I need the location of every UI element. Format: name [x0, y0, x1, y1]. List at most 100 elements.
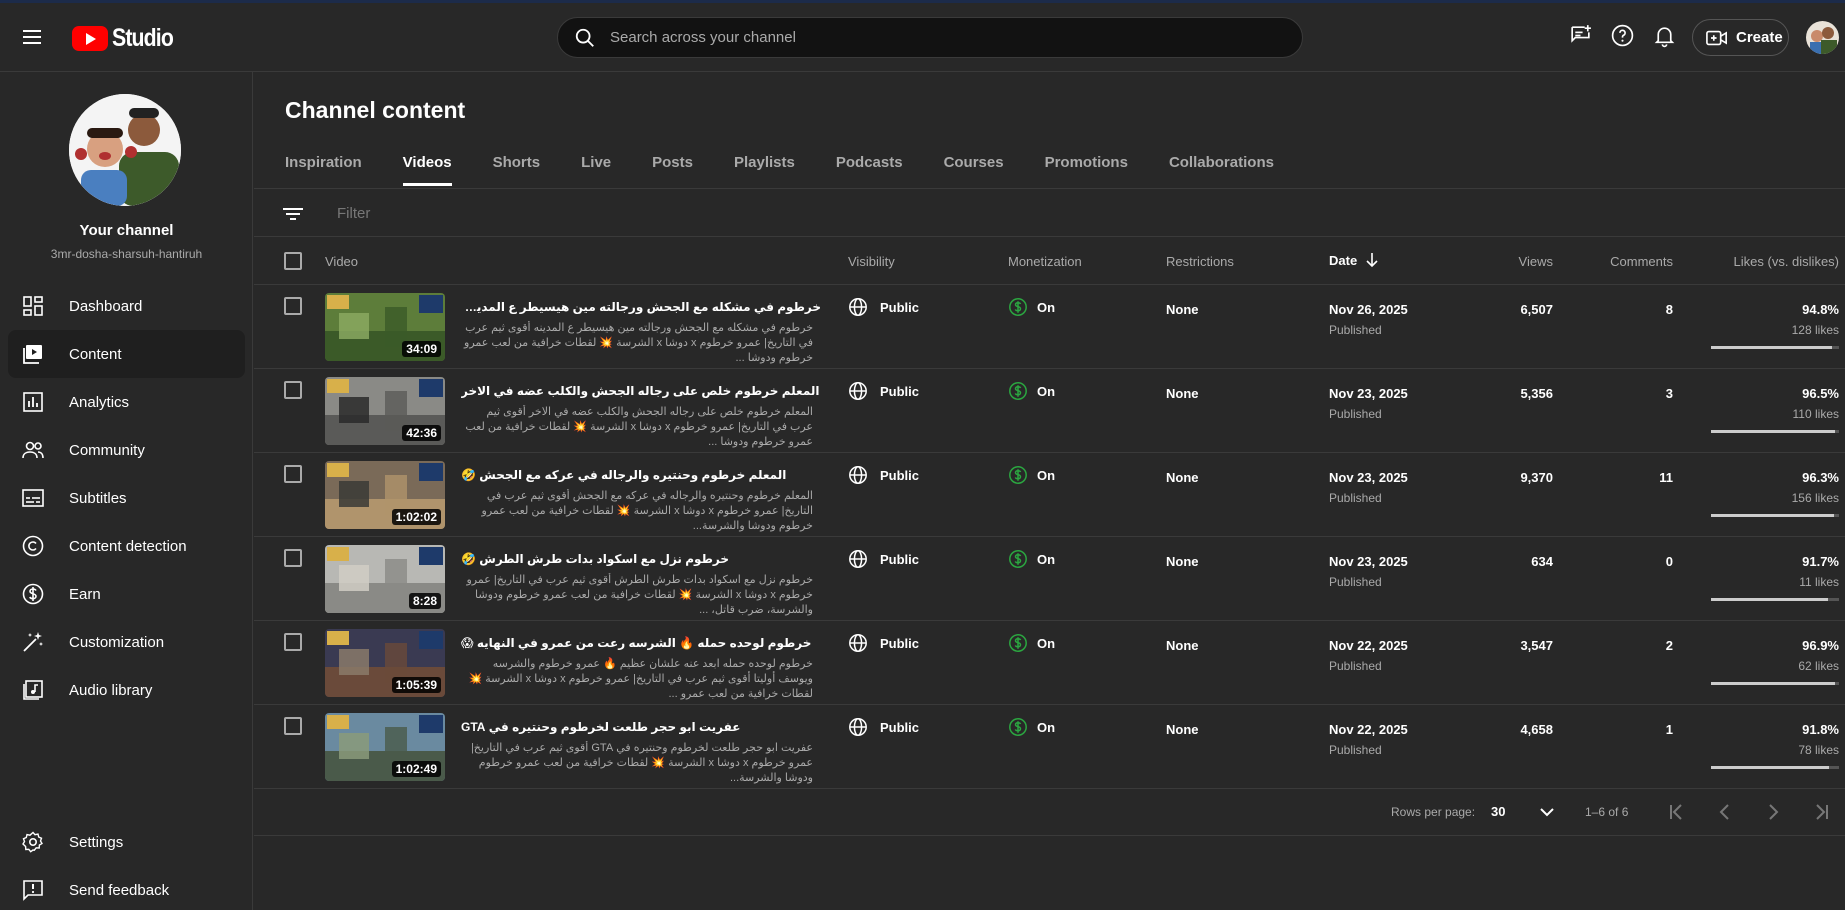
notifications-icon[interactable]: [1652, 23, 1677, 48]
monetization-dollar-icon: [1009, 466, 1027, 484]
row-checkbox[interactable]: [284, 465, 302, 483]
video-thumbnail[interactable]: 42:36: [325, 377, 445, 445]
sidebar-item-settings[interactable]: Settings: [0, 818, 253, 866]
video-title[interactable]: خرطوم لوحده حمله 🔥 الشرسه رعت من عمرو في…: [461, 636, 821, 650]
column-header-views[interactable]: Views: [1519, 254, 1553, 269]
tab-courses[interactable]: Courses: [944, 154, 1004, 186]
sidebar-item-subtitles[interactable]: Subtitles: [0, 474, 253, 522]
video-duration: 1:02:02: [391, 509, 441, 525]
search-icon[interactable]: [574, 27, 596, 49]
video-title[interactable]: خرطوم نزل مع اسكواد بدات طرش الطرش 🤣: [461, 552, 821, 566]
sidebar-item-label: Content: [69, 345, 122, 363]
column-header-monetization[interactable]: Monetization: [1008, 254, 1082, 269]
monetization-cell[interactable]: On: [1008, 633, 1055, 653]
rows-per-page-value[interactable]: 30: [1491, 804, 1505, 819]
table-row[interactable]: 1:05:39 خرطوم لوحده حمله 🔥 الشرسه رعت من…: [254, 621, 1845, 705]
video-thumbnail[interactable]: 1:05:39: [325, 629, 445, 697]
tab-shorts[interactable]: Shorts: [493, 154, 541, 186]
sidebar-item-analytics[interactable]: Analytics: [0, 378, 253, 426]
select-all-checkbox[interactable]: [284, 252, 302, 270]
sidebar-item-community[interactable]: Community: [0, 426, 253, 474]
globe-icon: [849, 634, 867, 652]
monetization-dollar-icon: [1009, 718, 1027, 736]
restrictions-value: None: [1166, 470, 1199, 485]
sidebar-item-audio-library[interactable]: Audio library: [0, 666, 253, 714]
row-checkbox[interactable]: [284, 549, 302, 567]
column-header-comments[interactable]: Comments: [1610, 254, 1673, 269]
sidebar-item-customization[interactable]: Customization: [0, 618, 253, 666]
visibility-cell[interactable]: Public: [848, 465, 919, 485]
video-title[interactable]: خرطوم في مشكله مع الجحش ورجالته مين هيسي…: [461, 300, 821, 314]
video-thumbnail[interactable]: 34:09: [325, 293, 445, 361]
video-title[interactable]: المعلم خرطوم خلص على رجاله الجحش والكلب …: [461, 384, 821, 398]
menu-icon[interactable]: [22, 26, 44, 48]
likes-ratio-fill: [1711, 430, 1835, 433]
monetization-cell[interactable]: On: [1008, 465, 1055, 485]
tab-videos[interactable]: Videos: [402, 154, 452, 186]
messages-icon[interactable]: [1568, 23, 1593, 48]
column-header-likes[interactable]: Likes (vs. dislikes): [1734, 254, 1839, 269]
visibility-cell[interactable]: Public: [848, 633, 919, 653]
sidebar-item-content-detection[interactable]: Content detection: [0, 522, 253, 570]
visibility-cell[interactable]: Public: [848, 549, 919, 569]
help-icon[interactable]: [1610, 23, 1635, 48]
table-row[interactable]: 34:09 خرطوم في مشكله مع الجحش ورجالته مي…: [254, 285, 1845, 369]
sidebar-item-dashboard[interactable]: Dashboard: [0, 282, 253, 330]
tab-inspiration[interactable]: Inspiration: [285, 154, 362, 186]
video-title[interactable]: المعلم خرطوم وحنتيره والرجاله في عركه مع…: [461, 468, 821, 482]
table-row[interactable]: 1:02:02 المعلم خرطوم وحنتيره والرجاله في…: [254, 453, 1845, 537]
likes-ratio-bar: [1711, 346, 1839, 349]
video-title[interactable]: عفريت ابو حجر طلعت لخرطوم وحنتيره في GTA: [461, 720, 821, 734]
youtube-studio-logo[interactable]: Studio: [72, 24, 184, 53]
likes-ratio-bar: [1711, 766, 1839, 769]
search-box[interactable]: Search across your channel: [557, 17, 1303, 58]
likes-ratio-fill: [1711, 346, 1833, 349]
community-icon: [21, 438, 45, 462]
visibility-value: Public: [880, 467, 920, 483]
tab-posts[interactable]: Posts: [652, 154, 693, 186]
column-header-visibility[interactable]: Visibility: [848, 254, 895, 269]
video-thumbnail[interactable]: 8:28: [325, 545, 445, 613]
filter-input[interactable]: Filter: [337, 205, 370, 222]
channel-avatar[interactable]: [69, 94, 181, 206]
last-page-icon[interactable]: [1810, 801, 1832, 823]
search-input[interactable]: Search across your channel: [610, 29, 796, 46]
chevron-down-icon[interactable]: [1537, 802, 1557, 822]
row-checkbox[interactable]: [284, 381, 302, 399]
tab-collaborations[interactable]: Collaborations: [1169, 154, 1274, 186]
row-checkbox[interactable]: [284, 633, 302, 651]
tab-promotions[interactable]: Promotions: [1045, 154, 1128, 186]
audio-library-icon: [21, 678, 45, 702]
create-button[interactable]: Create: [1692, 19, 1789, 56]
table-row[interactable]: 8:28 خرطوم نزل مع اسكواد بدات طرش الطرش …: [254, 537, 1845, 621]
first-page-icon[interactable]: [1666, 801, 1688, 823]
table-row[interactable]: 42:36 المعلم خرطوم خلص على رجاله الجحش و…: [254, 369, 1845, 453]
sidebar-item-earn[interactable]: Earn: [0, 570, 253, 618]
tab-podcasts[interactable]: Podcasts: [836, 154, 903, 186]
table-row[interactable]: 1:02:49 عفريت ابو حجر طلعت لخرطوم وحنتير…: [254, 705, 1845, 789]
monetization-cell[interactable]: On: [1008, 297, 1055, 317]
account-avatar[interactable]: [1806, 21, 1839, 54]
likes-percentage: 96.9%: [1802, 638, 1839, 653]
monetization-cell[interactable]: On: [1008, 549, 1055, 569]
monetization-cell[interactable]: On: [1008, 717, 1055, 737]
sidebar-item-send-feedback[interactable]: Send feedback: [0, 866, 253, 910]
tab-playlists[interactable]: Playlists: [734, 154, 795, 186]
video-thumbnail[interactable]: 1:02:02: [325, 461, 445, 529]
video-thumbnail[interactable]: 1:02:49: [325, 713, 445, 781]
visibility-cell[interactable]: Public: [848, 381, 919, 401]
next-page-icon[interactable]: [1762, 801, 1784, 823]
visibility-cell[interactable]: Public: [848, 297, 919, 317]
restrictions-value: None: [1166, 302, 1199, 317]
filter-icon[interactable]: [282, 203, 304, 225]
previous-page-icon[interactable]: [1714, 801, 1736, 823]
sidebar-item-content[interactable]: Content: [8, 330, 245, 378]
monetization-cell[interactable]: On: [1008, 381, 1055, 401]
tab-live[interactable]: Live: [581, 154, 611, 186]
column-header-restrictions[interactable]: Restrictions: [1166, 254, 1234, 269]
column-header-date[interactable]: Date: [1329, 252, 1379, 268]
row-checkbox[interactable]: [284, 717, 302, 735]
row-checkbox[interactable]: [284, 297, 302, 315]
visibility-cell[interactable]: Public: [848, 717, 919, 737]
video-duration: 34:09: [402, 341, 441, 357]
